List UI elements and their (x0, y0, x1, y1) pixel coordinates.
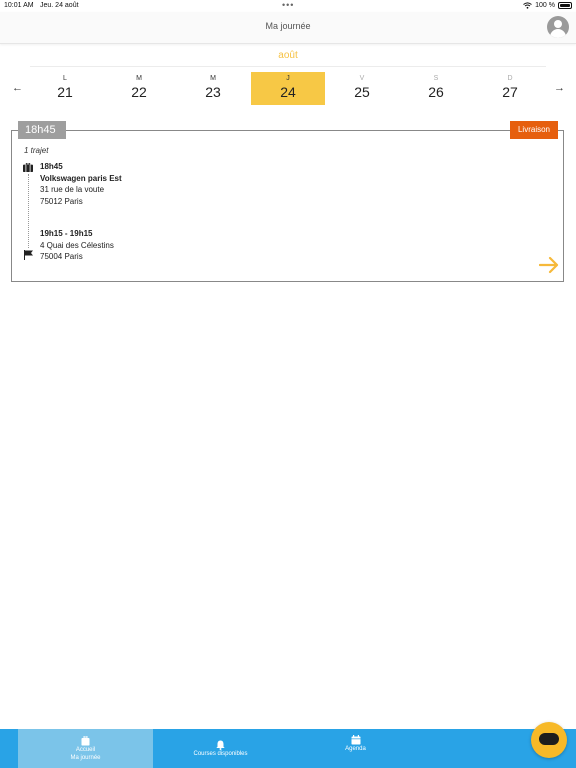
day-letter: J (286, 75, 290, 82)
delivery-time-badge: 18h45 (18, 121, 66, 139)
battery-percent: 100 % (535, 2, 555, 9)
dropoff-city: 75004 Paris (40, 252, 83, 261)
day-saturday[interactable]: S 26 (399, 72, 473, 105)
page-title: Ma journée (265, 21, 311, 31)
day-tuesday[interactable]: M 22 (102, 72, 176, 105)
multitasking-dots-icon[interactable]: ••• (282, 0, 294, 10)
day-monday[interactable]: L 21 (28, 72, 102, 105)
day-number: 23 (205, 84, 221, 100)
user-icon[interactable] (547, 16, 569, 38)
bell-icon (216, 740, 225, 750)
route-timeline (28, 174, 29, 248)
day-number: 21 (57, 84, 73, 100)
tab-available-rides[interactable]: Courses disponibles (153, 729, 288, 768)
tab-agenda-label: Agenda (345, 746, 366, 752)
day-number: 24 (280, 84, 296, 100)
day-letter: S (433, 75, 439, 82)
pickup-name: Volkswagen paris Est (40, 173, 122, 183)
dropoff-time: 19h15 - 19h15 (40, 229, 93, 238)
avatar-body (550, 29, 566, 38)
day-number: 22 (131, 84, 147, 100)
status-bar: 10:01 AM Jeu. 24 août ••• 100 % (0, 0, 576, 12)
tab-agenda[interactable]: Agenda (288, 729, 423, 768)
day-wednesday[interactable]: M 23 (176, 72, 250, 105)
day-number: 26 (428, 84, 444, 100)
day-number: 25 (354, 84, 370, 100)
pickup-city: 75012 Paris (40, 196, 83, 206)
chat-button[interactable] (531, 722, 567, 758)
dropoff-stop: 19h15 - 19h15 4 Quai des Célestins 75004… (40, 228, 114, 263)
status-date: Jeu. 24 août (40, 2, 79, 9)
luggage-icon (23, 163, 33, 172)
month-label: août (278, 50, 298, 61)
tab-home[interactable]: Accueil Ma journée (18, 729, 153, 768)
day-letter: M (136, 75, 142, 82)
day-number: 27 (502, 84, 518, 100)
pickup-stop: 18h45 Volkswagen paris Est 31 rue de la … (40, 161, 122, 207)
day-sunday[interactable]: D 27 (473, 72, 547, 105)
pickup-street: 31 rue de la voute (40, 185, 105, 194)
pickup-time: 18h45 (40, 162, 63, 171)
battery-icon (558, 2, 572, 9)
day-thursday-selected[interactable]: J 24 (251, 72, 325, 105)
prev-week-arrow-icon[interactable]: ← (12, 82, 23, 94)
day-letter: M (210, 75, 216, 82)
tab-home-sublabel: Ma journée (70, 755, 101, 761)
month-divider (30, 66, 546, 67)
tab-available-rides-label: Courses disponibles (193, 751, 248, 757)
nav-header: Ma journée (0, 12, 576, 44)
tab-home-label: Accueil (75, 747, 96, 753)
day-letter: D (507, 75, 513, 82)
avatar-head (554, 20, 562, 28)
arrow-right-icon[interactable] (539, 256, 559, 274)
tab-bar: Accueil Ma journée Courses disponibles A… (0, 729, 576, 768)
delivery-type-badge: Livraison (510, 121, 558, 139)
briefcase-icon (81, 736, 90, 746)
day-friday[interactable]: V 25 (325, 72, 399, 105)
trip-count: 1 trajet (24, 146, 49, 155)
next-week-arrow-icon[interactable]: → (554, 82, 565, 94)
chat-icon (539, 733, 559, 745)
day-letter: V (359, 75, 365, 82)
status-right: 100 % (523, 2, 572, 9)
day-letter: L (63, 75, 67, 82)
wifi-icon (523, 2, 532, 9)
flag-icon (24, 250, 33, 260)
status-time: 10:01 AM (4, 2, 34, 9)
calendar-icon (351, 735, 360, 745)
dropoff-street: 4 Quai des Célestins (40, 240, 114, 250)
